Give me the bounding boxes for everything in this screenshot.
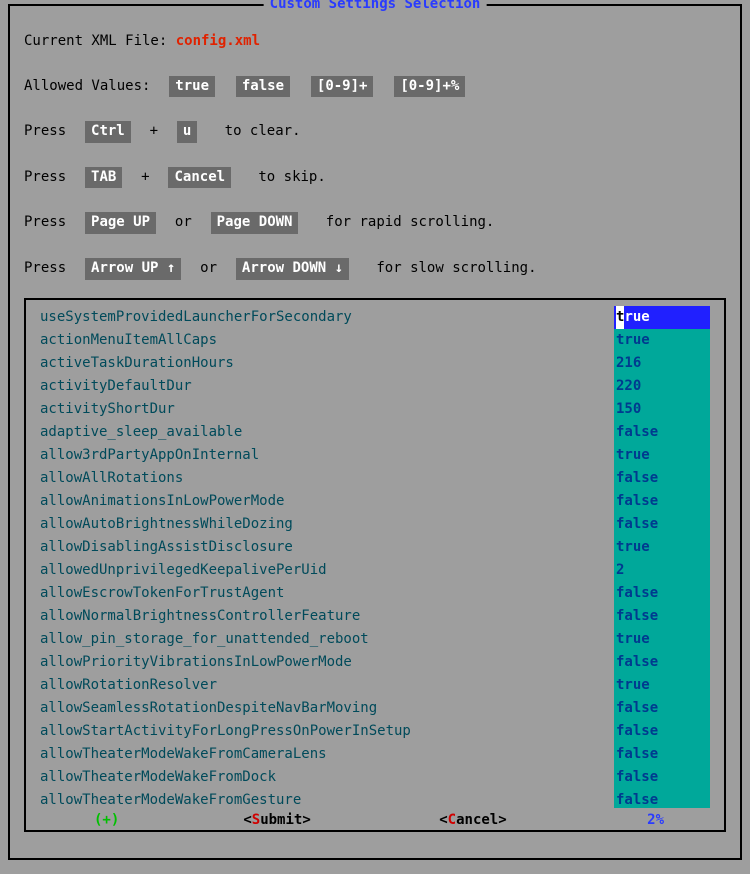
setting-name: allow3rdPartyAppOnInternal	[38, 444, 614, 467]
settings-row[interactable]: activityShortDur150	[38, 398, 710, 421]
setting-name: allowNormalBrightnessControllerFeature	[38, 605, 614, 628]
setting-name: allowTheaterModeWakeFromCameraLens	[38, 743, 614, 766]
settings-row[interactable]: activeTaskDurationHours216	[38, 352, 710, 375]
current-xml-line: Current XML File: config.xml	[24, 32, 726, 52]
setting-name: allowAutoBrightnessWhileDozing	[38, 513, 614, 536]
scroll-percent: 2%	[647, 812, 664, 828]
setting-name: allowAnimationsInLowPowerMode	[38, 490, 614, 513]
setting-name: allowTheaterModeWakeFromGesture	[38, 789, 614, 808]
allowed-values-label: Allowed Values:	[24, 78, 150, 94]
settings-row[interactable]: adaptive_sleep_availablefalse	[38, 421, 710, 444]
setting-name: allowTheaterModeWakeFromDock	[38, 766, 614, 789]
setting-name: useSystemProvidedLauncherForSecondary	[38, 306, 614, 329]
dialog-title: Custom Settings Selection	[264, 0, 487, 12]
setting-name: allowPriorityVibrationsInLowPowerMode	[38, 651, 614, 674]
settings-row[interactable]: allowAnimationsInLowPowerModefalse	[38, 490, 710, 513]
allowed-values-line: Allowed Values: true false [0-9]+ [0-9]+…	[24, 76, 726, 98]
setting-value[interactable]: 150	[614, 398, 710, 421]
settings-row[interactable]: allowedUnprivilegedKeepalivePerUid2	[38, 559, 710, 582]
setting-name: allowRotationResolver	[38, 674, 614, 697]
settings-list-frame: useSystemProvidedLauncherForSecondarytru…	[24, 298, 726, 832]
setting-value[interactable]: true	[614, 536, 710, 559]
setting-name: allowSeamlessRotationDespiteNavBarMoving	[38, 697, 614, 720]
allowed-value: true	[169, 76, 215, 98]
dialog-frame: Custom Settings Selection Current XML Fi…	[8, 4, 742, 860]
setting-name: allowStartActivityForLongPressOnPowerInS…	[38, 720, 614, 743]
setting-value[interactable]: false	[614, 789, 710, 808]
settings-row[interactable]: actionMenuItemAllCapstrue	[38, 329, 710, 352]
key-tab: TAB	[85, 167, 122, 189]
hint-slow: Press Arrow UP ↑ or Arrow DOWN ↓ for slo…	[24, 258, 726, 280]
setting-name: adaptive_sleep_available	[38, 421, 614, 444]
settings-row[interactable]: allowNormalBrightnessControllerFeaturefa…	[38, 605, 710, 628]
key-u: u	[177, 121, 197, 143]
settings-row[interactable]: allowEscrowTokenForTrustAgentfalse	[38, 582, 710, 605]
setting-name: allowDisablingAssistDisclosure	[38, 536, 614, 559]
setting-name: activityDefaultDur	[38, 375, 614, 398]
current-xml-file: config.xml	[176, 33, 260, 49]
setting-name: allow_pin_storage_for_unattended_reboot	[38, 628, 614, 651]
settings-row[interactable]: allowAutoBrightnessWhileDozingfalse	[38, 513, 710, 536]
allowed-value: false	[236, 76, 290, 98]
hint-clear: Press Ctrl + u to clear.	[24, 121, 726, 143]
settings-row[interactable]: activityDefaultDur220	[38, 375, 710, 398]
setting-value[interactable]: false	[614, 605, 710, 628]
submit-button[interactable]: <Submit>	[243, 812, 310, 828]
setting-value[interactable]: 2	[614, 559, 710, 582]
setting-value[interactable]: 220	[614, 375, 710, 398]
setting-value[interactable]: true	[614, 306, 710, 329]
setting-value[interactable]: false	[614, 490, 710, 513]
setting-value[interactable]: true	[614, 329, 710, 352]
settings-row[interactable]: allowRotationResolvertrue	[38, 674, 710, 697]
settings-row[interactable]: useSystemProvidedLauncherForSecondarytru…	[38, 306, 710, 329]
setting-name: actionMenuItemAllCaps	[38, 329, 614, 352]
key-arrowdown: Arrow DOWN ↓	[236, 258, 349, 280]
setting-value[interactable]: false	[614, 421, 710, 444]
settings-row[interactable]: allowDisablingAssistDisclosuretrue	[38, 536, 710, 559]
app-root: Custom Settings Selection Current XML Fi…	[0, 0, 750, 874]
settings-row[interactable]: allowPriorityVibrationsInLowPowerModefal…	[38, 651, 710, 674]
settings-row[interactable]: allowTheaterModeWakeFromCameraLensfalse	[38, 743, 710, 766]
settings-row[interactable]: allowSeamlessRotationDespiteNavBarMoving…	[38, 697, 710, 720]
setting-value[interactable]: false	[614, 467, 710, 490]
setting-value[interactable]: false	[614, 697, 710, 720]
setting-value[interactable]: 216	[614, 352, 710, 375]
setting-value[interactable]: false	[614, 582, 710, 605]
settings-row[interactable]: allow3rdPartyAppOnInternaltrue	[38, 444, 710, 467]
key-cancel: Cancel	[168, 167, 231, 189]
setting-value[interactable]: true	[614, 444, 710, 467]
key-pagedown: Page DOWN	[211, 212, 299, 234]
setting-value[interactable]: false	[614, 720, 710, 743]
setting-name: allowAllRotations	[38, 467, 614, 490]
key-pageup: Page UP	[85, 212, 156, 234]
settings-row[interactable]: allowTheaterModeWakeFromDockfalse	[38, 766, 710, 789]
allowed-value: [0-9]+	[311, 76, 374, 98]
setting-name: activeTaskDurationHours	[38, 352, 614, 375]
setting-value[interactable]: true	[614, 628, 710, 651]
setting-name: allowedUnprivilegedKeepalivePerUid	[38, 559, 614, 582]
settings-row[interactable]: allowTheaterModeWakeFromGesturefalse	[38, 789, 710, 808]
settings-row[interactable]: allowStartActivityForLongPressOnPowerInS…	[38, 720, 710, 743]
dialog-footer: (+) <Submit> <Cancel> 2%	[26, 810, 724, 830]
setting-value[interactable]: false	[614, 651, 710, 674]
key-ctrl: Ctrl	[85, 121, 131, 143]
key-arrowup: Arrow UP ↑	[85, 258, 181, 280]
hint-rapid: Press Page UP or Page DOWN for rapid scr…	[24, 212, 726, 234]
cancel-button[interactable]: <Cancel>	[439, 812, 506, 828]
setting-name: allowEscrowTokenForTrustAgent	[38, 582, 614, 605]
setting-value[interactable]: false	[614, 743, 710, 766]
setting-value[interactable]: true	[614, 674, 710, 697]
settings-row[interactable]: allowAllRotationsfalse	[38, 467, 710, 490]
allowed-value: [0-9]+%	[394, 76, 465, 98]
settings-list[interactable]: useSystemProvidedLauncherForSecondarytru…	[38, 306, 710, 808]
setting-value[interactable]: false	[614, 766, 710, 789]
hint-skip: Press TAB + Cancel to skip.	[24, 167, 726, 189]
settings-row[interactable]: allow_pin_storage_for_unattended_reboott…	[38, 628, 710, 651]
setting-name: activityShortDur	[38, 398, 614, 421]
current-xml-label: Current XML File:	[24, 33, 176, 49]
setting-value[interactable]: false	[614, 513, 710, 536]
